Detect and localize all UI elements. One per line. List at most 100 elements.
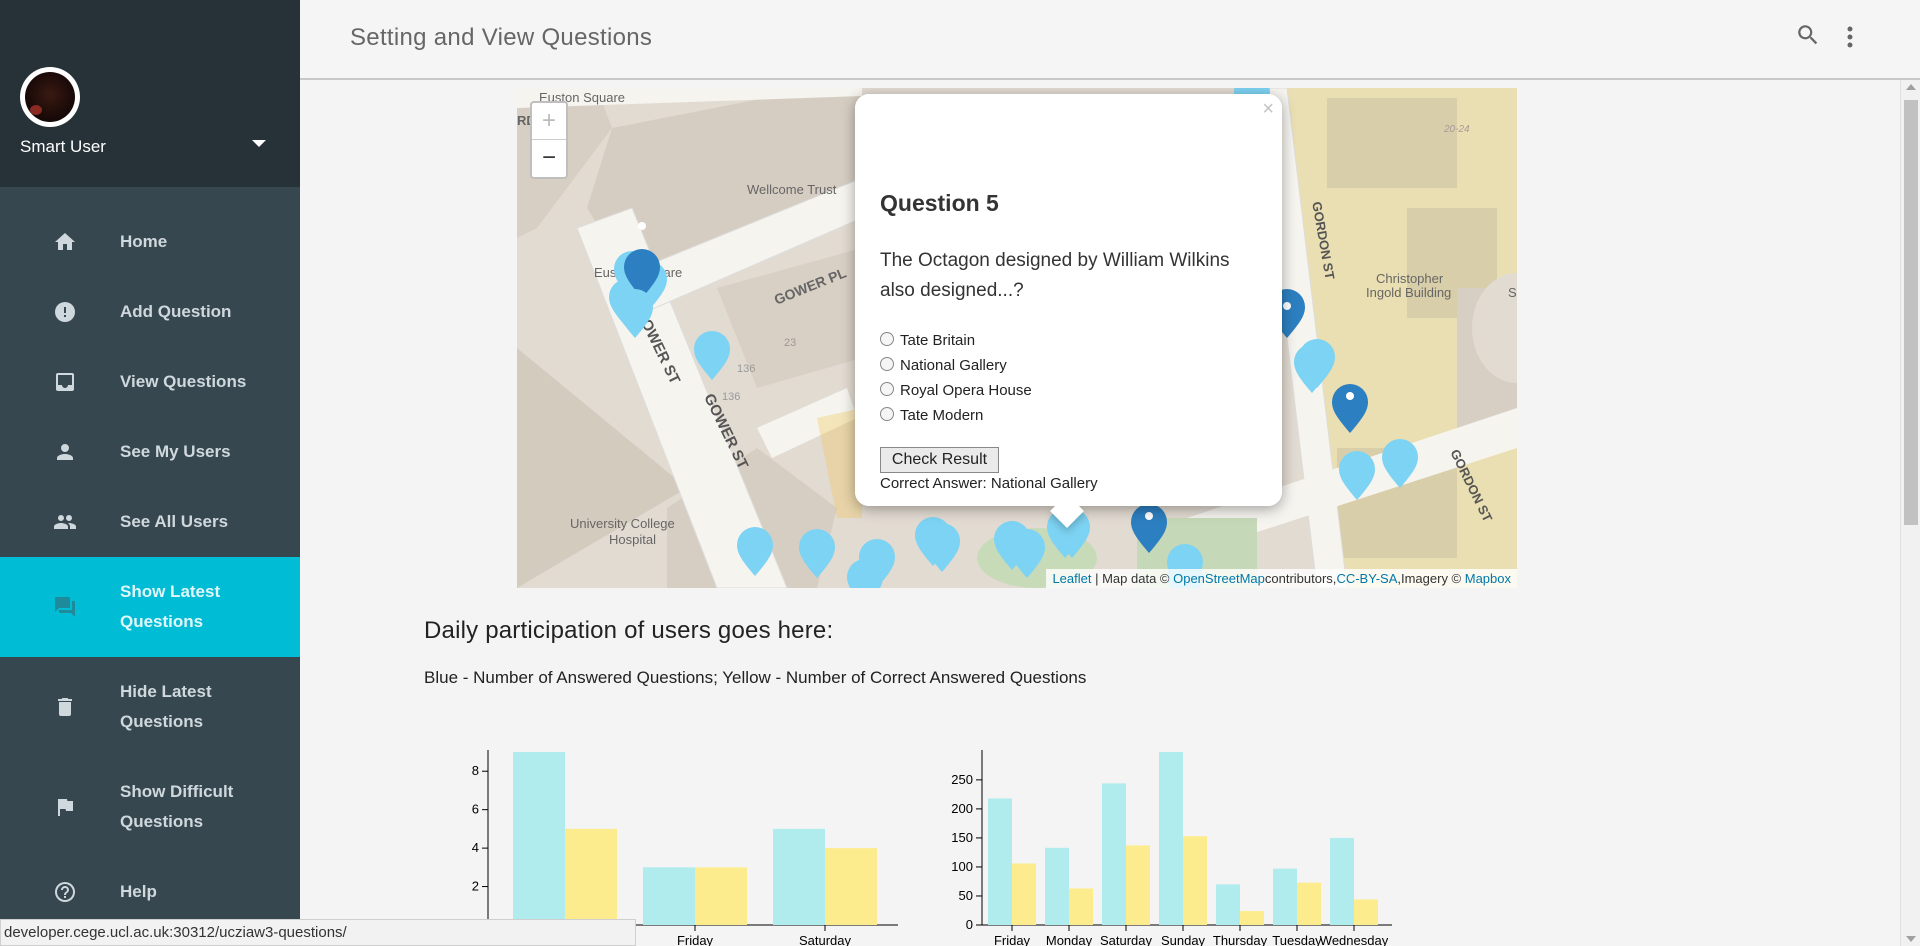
x-tick-label: Thursday bbox=[1213, 933, 1268, 946]
marker-pin[interactable] bbox=[1131, 504, 1167, 553]
sidebar-item-show-difficult-questions[interactable]: Show Difficult Questions bbox=[0, 757, 300, 857]
radio-button[interactable] bbox=[880, 381, 894, 396]
y-tick-label: 150 bbox=[951, 830, 973, 845]
bar bbox=[1069, 888, 1093, 925]
answer-option[interactable]: Tate Britain bbox=[880, 328, 1032, 353]
bar bbox=[1330, 837, 1354, 925]
bar bbox=[1012, 863, 1036, 925]
x-tick-label: Monday bbox=[1046, 933, 1093, 946]
marker-pin[interactable] bbox=[737, 527, 773, 576]
x-tick-label: Friday bbox=[994, 933, 1031, 946]
answer-option[interactable]: National Gallery bbox=[880, 353, 1032, 378]
sidebar-item-label: View Questions bbox=[120, 372, 247, 391]
person-icon bbox=[52, 439, 78, 465]
answer-options: Tate Britain National Gallery Royal Oper… bbox=[880, 328, 1032, 428]
y-tick-label: 2 bbox=[472, 879, 479, 894]
sidebar-item-label: See My Users bbox=[120, 442, 231, 461]
map[interactable]: Euston Square RD Eus quare Wellcome Trus… bbox=[517, 88, 1517, 588]
osm-link[interactable]: OpenStreetMap bbox=[1173, 571, 1265, 586]
sidebar-item-add-question[interactable]: Add Question bbox=[0, 277, 300, 347]
sidebar-item-see-my-users[interactable]: See My Users bbox=[0, 417, 300, 487]
sidebar: Smart User Home Add Question View Questi… bbox=[0, 0, 300, 946]
zoom-in-button[interactable]: + bbox=[532, 103, 566, 140]
radio-button[interactable] bbox=[880, 406, 894, 421]
y-tick-label: 200 bbox=[951, 801, 973, 816]
marker-pin[interactable] bbox=[1382, 439, 1418, 488]
leaflet-link[interactable]: Leaflet bbox=[1052, 571, 1091, 586]
y-tick-label: 0 bbox=[966, 917, 973, 932]
scroll-down-arrow[interactable] bbox=[1906, 936, 1916, 942]
bar bbox=[1126, 845, 1150, 925]
y-tick-label: 100 bbox=[951, 859, 973, 874]
section-title: Daily participation of users goes here: bbox=[424, 617, 834, 644]
sidebar-header: Smart User bbox=[0, 0, 300, 187]
more-vert-icon[interactable] bbox=[1840, 24, 1860, 50]
zoom-out-button[interactable]: − bbox=[532, 140, 566, 177]
bar bbox=[1183, 836, 1207, 925]
alert-icon bbox=[52, 299, 78, 325]
bar bbox=[1159, 752, 1183, 925]
option-label: Royal Opera House bbox=[900, 382, 1032, 399]
x-tick-label: Friday bbox=[677, 933, 714, 946]
zoom-control: + − bbox=[530, 101, 568, 179]
user-name: Smart User bbox=[20, 137, 106, 156]
inbox-icon bbox=[52, 369, 78, 395]
top-bar: Setting and View Questions bbox=[300, 0, 1920, 80]
sidebar-item-see-all-users[interactable]: See All Users bbox=[0, 487, 300, 557]
close-icon[interactable]: × bbox=[1262, 98, 1274, 121]
y-tick-label: 250 bbox=[951, 772, 973, 787]
sidebar-item-help[interactable]: Help bbox=[0, 857, 300, 927]
y-tick-label: 6 bbox=[472, 802, 479, 817]
marker-pin[interactable] bbox=[1009, 529, 1045, 578]
marker-pin[interactable] bbox=[694, 331, 730, 380]
marker-pin[interactable] bbox=[1294, 344, 1330, 393]
bar bbox=[1240, 911, 1264, 925]
sidebar-item-label: Show Difficult Questions bbox=[120, 782, 234, 831]
radio-button[interactable] bbox=[880, 356, 894, 371]
sidebar-item-show-latest-questions[interactable]: Show Latest Questions bbox=[0, 557, 300, 657]
sidebar-item-home[interactable]: Home bbox=[0, 207, 300, 277]
sidebar-item-label: Hide Latest Questions bbox=[120, 682, 212, 731]
chart-legend-text: Blue - Number of Answered Questions; Yel… bbox=[424, 668, 1087, 687]
attribution-text: contributors, bbox=[1264, 571, 1337, 586]
answer-option[interactable]: Tate Modern bbox=[880, 403, 1032, 428]
check-result-button[interactable]: Check Result bbox=[880, 447, 999, 473]
x-tick-label: Saturday bbox=[1100, 933, 1153, 946]
sidebar-item-view-questions[interactable]: View Questions bbox=[0, 347, 300, 417]
sidebar-item-label: Help bbox=[120, 882, 157, 901]
bar bbox=[825, 848, 877, 925]
y-tick-label: 50 bbox=[959, 888, 973, 903]
x-tick-label: Sunday bbox=[1161, 933, 1206, 946]
answer-option[interactable]: Royal Opera House bbox=[880, 378, 1032, 403]
marker-pin[interactable] bbox=[799, 529, 835, 578]
sidebar-item-label: See All Users bbox=[120, 512, 229, 531]
marker-pin[interactable] bbox=[1332, 384, 1368, 433]
marker-pin[interactable] bbox=[1339, 451, 1375, 500]
mapbox-link[interactable]: Mapbox bbox=[1465, 571, 1511, 586]
radio-button[interactable] bbox=[880, 331, 894, 346]
bar bbox=[1216, 884, 1240, 925]
bar bbox=[565, 828, 617, 925]
x-tick-label: Saturday bbox=[799, 933, 852, 946]
status-bar-url: developer.cege.ucl.ac.uk:30312/ucziaw3-q… bbox=[0, 919, 636, 946]
scroll-thumb[interactable] bbox=[1904, 100, 1918, 525]
chevron-down-icon[interactable] bbox=[252, 140, 266, 147]
forum-icon bbox=[52, 594, 78, 620]
search-icon[interactable] bbox=[1795, 22, 1821, 48]
option-label: National Gallery bbox=[900, 357, 1007, 374]
question-text: The Octagon designed by William Wilkins … bbox=[880, 250, 1230, 301]
scroll-up-arrow[interactable] bbox=[1906, 84, 1916, 90]
marker-pin[interactable] bbox=[617, 289, 653, 338]
x-tick-label: Wednesday bbox=[1320, 933, 1389, 946]
question-popup: × Question 5 The Octagon designed by Wil… bbox=[855, 94, 1282, 528]
sidebar-item-hide-latest-questions[interactable]: Hide Latest Questions bbox=[0, 657, 300, 757]
cc-link[interactable]: CC-BY-SA bbox=[1336, 571, 1397, 586]
sidebar-nav: Home Add Question View Questions See My … bbox=[0, 207, 300, 927]
page-scrollbar[interactable] bbox=[1900, 80, 1920, 946]
marker-pin[interactable] bbox=[924, 523, 960, 572]
bar bbox=[1354, 899, 1378, 925]
attribution-text: | Map data © bbox=[1091, 571, 1174, 586]
attribution-text: ,Imagery © bbox=[1397, 571, 1465, 586]
home-icon bbox=[52, 229, 78, 255]
sidebar-item-label: Home bbox=[120, 232, 168, 251]
